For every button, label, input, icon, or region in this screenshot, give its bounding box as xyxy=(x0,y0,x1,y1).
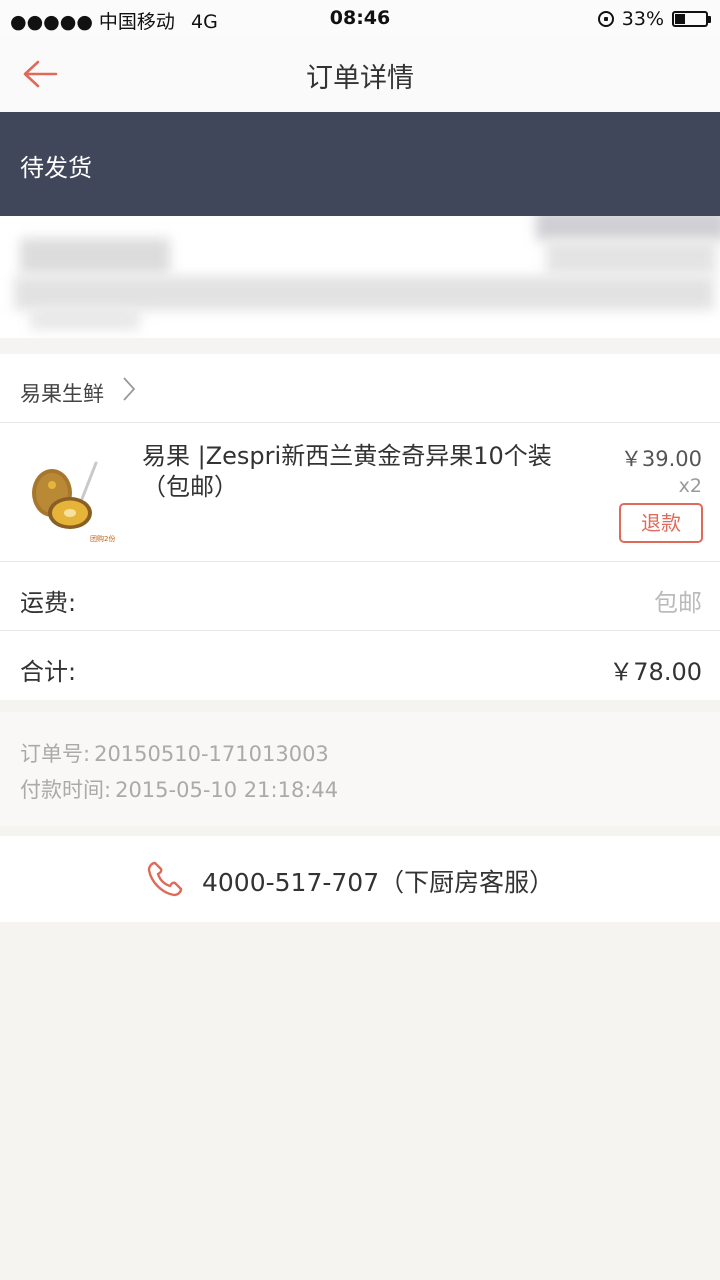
page-title: 订单详情 xyxy=(306,63,414,94)
redacted-block xyxy=(20,238,170,274)
refund-button[interactable]: 退款 xyxy=(619,503,703,543)
thumb-caption: 团购2份 xyxy=(90,534,115,543)
item-price: ￥39.00 xyxy=(620,447,702,471)
redacted-block xyxy=(536,216,720,240)
chevron-right-icon xyxy=(123,377,136,401)
pay-time-label: 付款时间: xyxy=(20,778,112,802)
pay-time: 2015-05-10 21:18:44 xyxy=(115,778,339,802)
battery-level xyxy=(675,14,685,24)
order-number: 20150510-171013003 xyxy=(94,742,329,766)
kiwi-fruit-image: 团购2份 xyxy=(22,443,126,547)
battery-percent: 33% xyxy=(621,8,664,30)
shipping-fee-row: 运费: 包邮 xyxy=(0,562,720,631)
rotation-lock-icon xyxy=(597,11,614,27)
total-label: 合计: xyxy=(20,658,77,686)
order-status: 待发货 xyxy=(20,154,92,182)
total-value: ￥78.00 xyxy=(609,658,702,686)
shipping-address xyxy=(0,216,720,338)
order-item[interactable]: 团购2份 易果 |Zespri新西兰黄金奇异果10个装（包邮） ￥39.00 x… xyxy=(0,423,720,562)
order-info: 订单号: 20150510-171013003 付款时间: 2015-05-10 2… xyxy=(0,712,720,826)
status-bar: ●●●●● 中国移动 4G 08:46 33% xyxy=(0,0,720,38)
battery-icon xyxy=(672,11,711,27)
customer-service-call[interactable]: 4000-517-707（下厨房客服） xyxy=(0,836,720,922)
order-number-line: 订单号: 20150510-171013003 xyxy=(20,738,329,768)
shop-name: 易果生鲜 xyxy=(20,382,104,406)
shop-row[interactable]: 易果生鲜 xyxy=(0,354,720,423)
total-row: 合计: ￥78.00 xyxy=(0,631,720,700)
item-title: 易果 |Zespri新西兰黄金奇异果10个装（包邮） xyxy=(142,442,552,501)
phone-icon xyxy=(147,861,183,897)
nav-bar: 订单详情 xyxy=(0,38,720,112)
order-status-banner: 待发货 xyxy=(0,112,720,216)
order-number-label: 订单号: xyxy=(20,742,91,766)
pay-time-line: 付款时间: 2015-05-10 21:18:44 xyxy=(20,774,338,804)
service-phone: 4000-517-707（下厨房客服） xyxy=(202,868,555,897)
shipping-fee-value: 包邮 xyxy=(654,589,702,617)
order-card: 易果生鲜 团购2份 易果 |Zespri新西兰黄金奇异果10个装（包邮） ￥39… xyxy=(0,354,720,700)
item-quantity: x2 xyxy=(678,475,702,497)
redacted-block xyxy=(30,308,140,330)
shipping-fee-label: 运费: xyxy=(20,589,77,617)
status-right: 33% xyxy=(597,6,711,32)
redacted-block xyxy=(14,276,714,310)
redacted-block xyxy=(546,240,716,274)
